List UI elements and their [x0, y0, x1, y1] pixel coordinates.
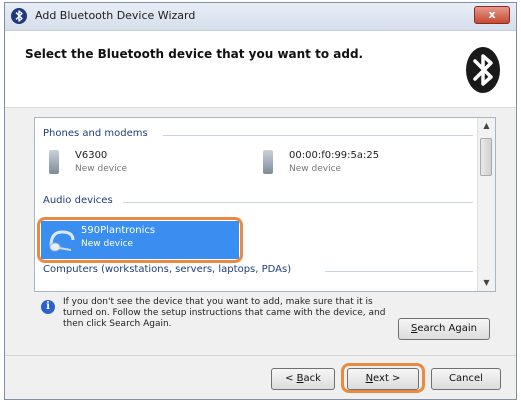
page-heading: Select the Bluetooth device that you wan…	[25, 47, 364, 61]
scroll-down-arrow-icon[interactable]: ▼	[478, 275, 495, 291]
group-label-audio: Audio devices	[43, 195, 113, 206]
title-bar[interactable]: Add Bluetooth Device Wizard x	[5, 3, 516, 31]
phone-icon	[49, 150, 59, 174]
info-icon: i	[41, 300, 55, 314]
close-button[interactable]: x	[474, 6, 510, 24]
info-message: If you don't see the device that you wan…	[63, 297, 386, 329]
device-list[interactable]: Phones and modems V6300 New device 00:00…	[34, 117, 496, 292]
device-name: V6300	[75, 150, 108, 161]
footer-divider	[5, 355, 516, 356]
group-label-computers: Computers (workstations, servers, laptop…	[43, 264, 292, 275]
window-title: Add Bluetooth Device Wizard	[35, 9, 196, 22]
group-divider	[163, 135, 473, 136]
next-highlight-ring	[341, 363, 425, 393]
search-again-button[interactable]: Search Again	[398, 318, 490, 340]
scroll-thumb[interactable]	[480, 138, 492, 176]
group-divider	[325, 271, 473, 272]
bluetooth-icon	[466, 47, 500, 93]
device-item-v6300[interactable]: V6300 New device	[45, 150, 225, 180]
device-status: New device	[289, 164, 342, 174]
wizard-header: Select the Bluetooth device that you wan…	[5, 31, 516, 108]
list-scrollbar[interactable]: ▲ ▼	[477, 118, 495, 291]
wizard-window: Add Bluetooth Device Wizard x Select the…	[4, 2, 517, 400]
back-button[interactable]: < Back	[271, 368, 335, 390]
scroll-up-arrow-icon[interactable]: ▲	[478, 118, 495, 134]
group-label-phones: Phones and modems	[43, 128, 148, 139]
device-name: 00:00:f0:99:5a:25	[289, 150, 380, 161]
phone-icon	[263, 150, 273, 174]
device-status: New device	[75, 164, 128, 174]
bluetooth-icon	[11, 8, 27, 24]
group-divider	[123, 202, 473, 203]
cancel-button[interactable]: Cancel	[431, 368, 501, 390]
selection-highlight-ring	[37, 217, 243, 263]
device-item-mac-address[interactable]: 00:00:f0:99:5a:25 New device	[259, 150, 459, 180]
